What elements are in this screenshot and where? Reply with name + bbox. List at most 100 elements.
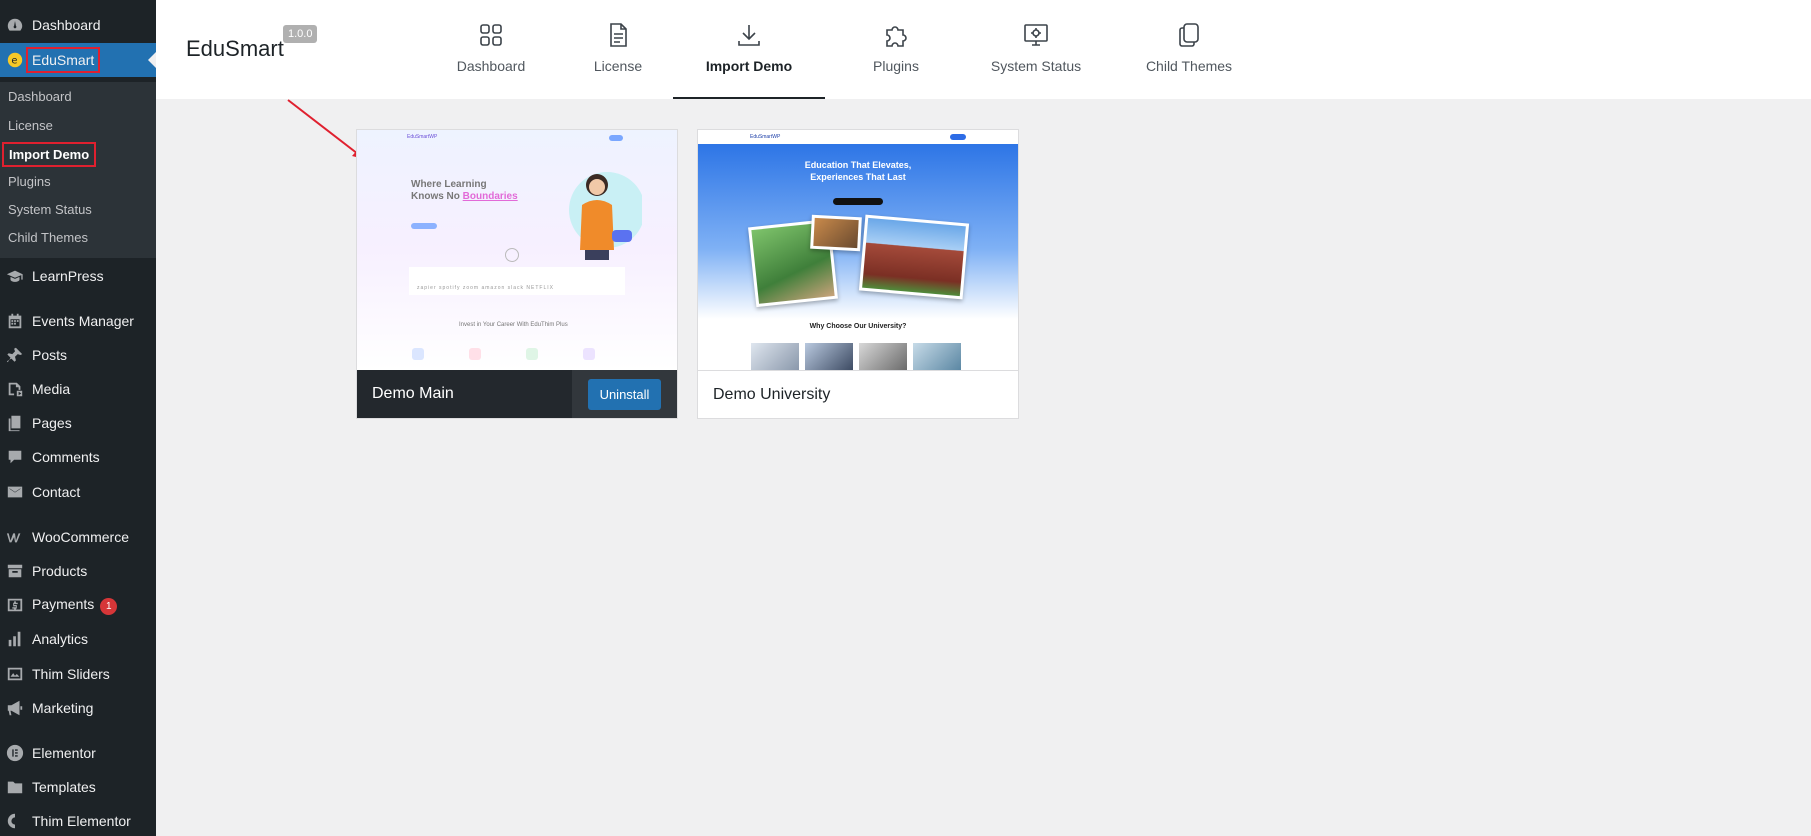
submenu-child-themes[interactable]: Child Themes: [8, 230, 88, 245]
preview-cta-button: [833, 198, 883, 205]
preview-nav-button: [609, 135, 623, 141]
tab-label: Import Demo: [705, 58, 793, 74]
tab-system-status[interactable]: System Status: [962, 0, 1110, 99]
uninstall-button[interactable]: Uninstall: [587, 378, 662, 410]
preview-logos: zapier spotify zoom amazon slack NETFLIX: [417, 285, 554, 291]
envelope-icon: [5, 482, 25, 502]
submenu-license[interactable]: License: [8, 118, 53, 133]
demo-card-main[interactable]: EduSmartWP Where Learning Knows No Bound…: [356, 129, 678, 419]
admin-sidebar: Dashboard e EduSmart Dashboard License I…: [0, 0, 156, 836]
menu-products[interactable]: Products: [0, 554, 156, 588]
megaphone-icon: [5, 698, 25, 718]
preview-tile: [751, 343, 799, 370]
demo-card-university[interactable]: EduSmartWP Education That Elevates, Expe…: [697, 129, 1019, 419]
menu-edusmart[interactable]: e EduSmart: [0, 43, 156, 77]
menu-label: Pages: [32, 415, 72, 431]
preview-tile: [805, 343, 853, 370]
preview-feature-icon: [412, 348, 424, 360]
pages-icon: [5, 413, 25, 433]
thim-elementor-icon: [5, 811, 25, 831]
menu-elementor[interactable]: Elementor: [0, 736, 156, 770]
tab-label: License: [593, 58, 643, 74]
menu-thim-sliders[interactable]: Thim Sliders: [0, 657, 156, 691]
menu-thim-elementor[interactable]: Thim Elementor: [0, 804, 156, 836]
preview-feature-icon: [469, 348, 481, 360]
menu-label: LearnPress: [32, 268, 104, 284]
svg-text:e: e: [11, 56, 17, 67]
submenu-plugins[interactable]: Plugins: [8, 174, 51, 189]
puzzle-icon: [881, 20, 911, 50]
menu-media[interactable]: Media: [0, 372, 156, 406]
tab-license[interactable]: License: [566, 0, 670, 99]
menu-pages[interactable]: Pages: [0, 406, 156, 440]
arrow-annotation-icon: [287, 99, 364, 159]
pushpin-icon: [5, 345, 25, 365]
monitor-gear-icon: [1021, 20, 1051, 50]
edusmart-submenu: Dashboard License Import Demo Plugins Sy…: [0, 82, 156, 258]
tab-label: Child Themes: [1145, 58, 1233, 74]
preview-tile: [859, 343, 907, 370]
tab-label: Plugins: [873, 58, 919, 74]
preview-brand: EduSmartWP: [750, 134, 781, 140]
menu-label: EduSmart: [26, 47, 101, 73]
menu-comments[interactable]: Comments: [0, 440, 156, 474]
tab-label: Dashboard: [456, 58, 526, 74]
menu-label: Marketing: [32, 700, 94, 716]
preview-play-icon: [505, 248, 519, 262]
calendar-icon: [5, 311, 25, 331]
tab-plugins[interactable]: Plugins: [846, 0, 946, 99]
demo-university-preview[interactable]: EduSmartWP Education That Elevates, Expe…: [698, 130, 1018, 370]
menu-label: Thim Elementor: [32, 813, 131, 829]
preview-hero-line2: Knows No Boundaries: [411, 191, 518, 203]
submenu-import-demo[interactable]: Import Demo: [2, 142, 97, 167]
submenu-dashboard[interactable]: Dashboard: [8, 89, 72, 104]
menu-learnpress[interactable]: LearnPress: [0, 259, 156, 293]
demo-name: Demo Main: [372, 385, 454, 402]
menu-label: Thim Sliders: [32, 666, 110, 682]
menu-label: Media: [32, 381, 71, 397]
slides-icon: [5, 664, 25, 684]
menu-label: Templates: [32, 779, 96, 795]
menu-dashboard[interactable]: Dashboard: [0, 8, 156, 42]
version-badge: 1.0.0: [283, 25, 318, 43]
menu-contact[interactable]: Contact: [0, 475, 156, 509]
edusmart-header: EduSmart 1.0.0 Dashboard License Import …: [156, 0, 1811, 99]
folder-icon: [5, 777, 25, 797]
preview-hero-heading: Education That Elevates, Experiences Tha…: [698, 159, 1018, 183]
archive-icon: [5, 561, 25, 581]
classroom-photo: [810, 214, 862, 252]
demo-main-preview[interactable]: EduSmartWP Where Learning Knows No Bound…: [357, 130, 677, 370]
submenu-system-status[interactable]: System Status: [8, 202, 92, 217]
preview-tile: [913, 343, 961, 370]
bar-chart-icon: [5, 629, 25, 649]
preview-hero-line1: Where Learning: [411, 179, 487, 190]
menu-payments[interactable]: Payments 1: [0, 588, 156, 622]
tab-child-themes[interactable]: Child Themes: [1122, 0, 1256, 99]
tab-import-demo[interactable]: Import Demo: [673, 0, 825, 99]
copy-icon: [1174, 20, 1204, 50]
menu-templates[interactable]: Templates: [0, 770, 156, 804]
menu-label: Posts: [32, 347, 68, 363]
menu-label: Comments: [32, 449, 100, 465]
media-icon: [5, 379, 25, 399]
menu-analytics[interactable]: Analytics: [0, 622, 156, 656]
payments-badge: 1: [100, 597, 118, 615]
student-illustration-icon: [569, 172, 642, 260]
preview-nav-button: [950, 134, 966, 140]
demo-card-footer: Demo University: [698, 370, 1018, 418]
menu-label: Elementor: [32, 745, 96, 761]
brand-title: EduSmart: [186, 36, 284, 61]
menu-events-manager[interactable]: Events Manager: [0, 304, 156, 338]
menu-woocommerce[interactable]: WooCommerce: [0, 520, 156, 554]
menu-marketing[interactable]: Marketing: [0, 691, 156, 725]
dollar-icon: [5, 595, 25, 615]
menu-label: Contact: [32, 484, 81, 500]
tab-dashboard[interactable]: Dashboard: [438, 0, 544, 99]
preview-feature-icon: [583, 348, 595, 360]
preview-hero-prefix: Knows No: [411, 191, 463, 202]
payments-label: Payments: [32, 595, 95, 612]
preview-hero-line2: Experiences That Last: [810, 172, 906, 182]
preview-section-title: Why Choose Our University?: [809, 323, 907, 330]
grid-icon: [476, 20, 506, 50]
menu-posts[interactable]: Posts: [0, 338, 156, 372]
